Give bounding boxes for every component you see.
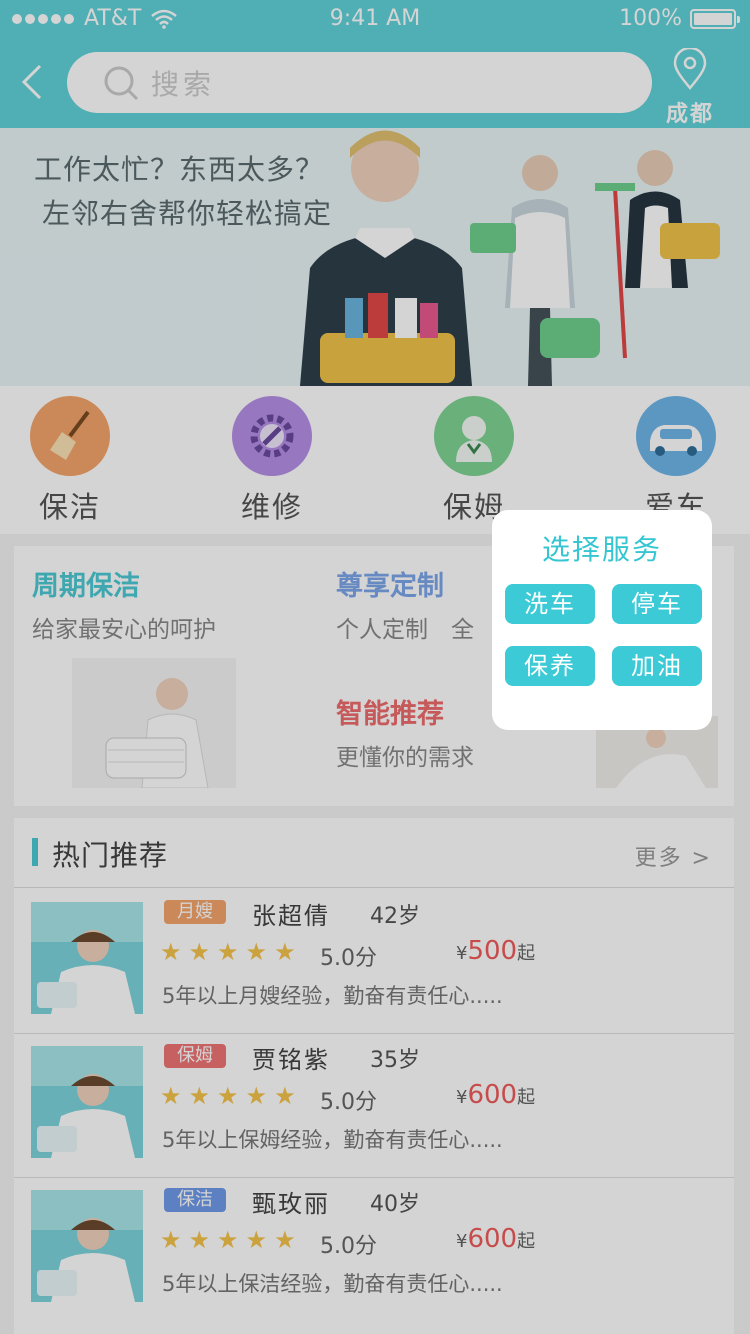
popup-title: 选择服务 bbox=[541, 533, 662, 566]
refuel-button[interactable]: 加油 bbox=[612, 646, 702, 686]
car-wash-button[interactable]: 洗车 bbox=[505, 584, 595, 624]
service-select-popup: 选择服务 洗车 停车 保养 加油 bbox=[492, 510, 712, 730]
maintenance-button[interactable]: 保养 bbox=[505, 646, 595, 686]
parking-button[interactable]: 停车 bbox=[612, 584, 702, 624]
